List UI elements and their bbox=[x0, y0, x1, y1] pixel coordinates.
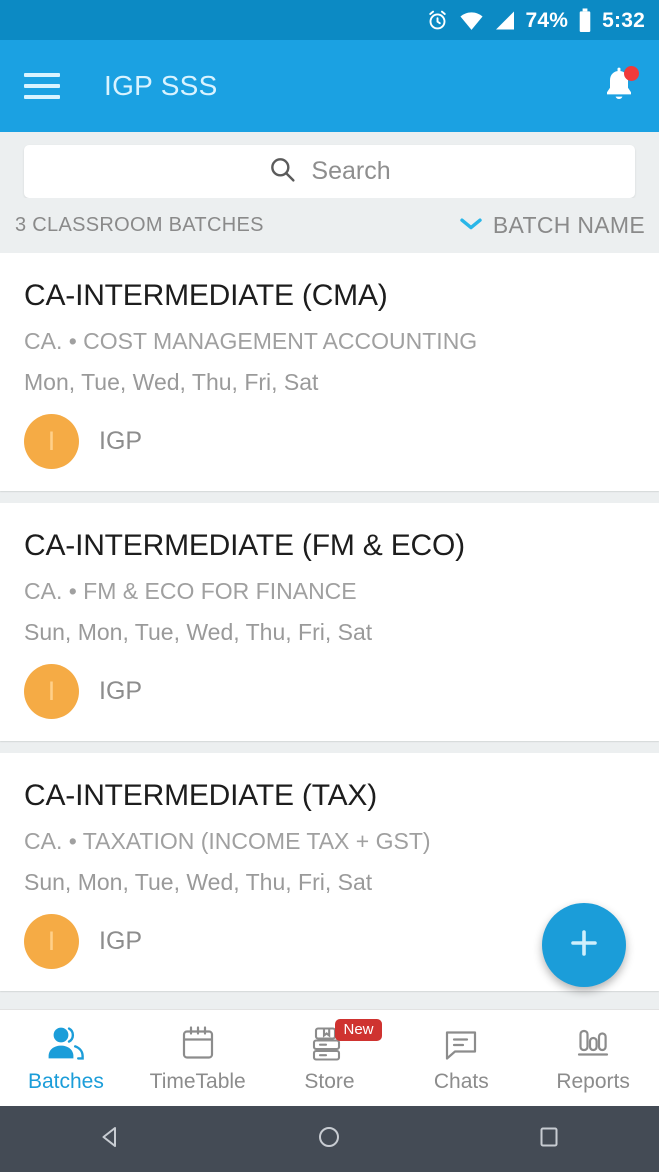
clock-time-label: 5:32 bbox=[602, 8, 645, 32]
nav-label-batches: Batches bbox=[27, 1069, 104, 1093]
search-icon bbox=[268, 155, 297, 189]
batch-title: CA-INTERMEDIATE (TAX) bbox=[24, 779, 378, 812]
batch-subtitle: CA. • TAXATION (INCOME TAX + GST) bbox=[24, 828, 431, 854]
bottom-navigation: Batches TimeTable New Store Chats Report… bbox=[0, 1009, 659, 1106]
sort-by-label: BATCH NAME bbox=[492, 212, 645, 238]
batch-owner-name: IGP bbox=[99, 427, 143, 455]
app-bar: IGP SSS bbox=[0, 40, 659, 132]
search-placeholder-text: Search bbox=[311, 157, 391, 185]
batch-title: CA-INTERMEDIATE (FM & ECO) bbox=[24, 529, 465, 562]
books-icon: New bbox=[309, 1018, 382, 1065]
sort-by-button[interactable]: BATCH NAME bbox=[458, 212, 647, 239]
wifi-icon bbox=[459, 10, 484, 31]
back-triangle-icon bbox=[96, 1123, 124, 1156]
nav-label-store: Store bbox=[304, 1069, 355, 1093]
battery-percent-label: 74% bbox=[525, 8, 569, 32]
alarm-clock-icon bbox=[426, 9, 449, 32]
nav-item-reports[interactable]: Reports bbox=[527, 1023, 659, 1094]
nav-item-batches[interactable]: Batches bbox=[0, 1023, 132, 1094]
nav-label-timetable: TimeTable bbox=[149, 1069, 246, 1093]
avatar: I bbox=[24, 664, 79, 719]
home-circle-icon bbox=[315, 1123, 343, 1156]
calendar-icon bbox=[179, 1023, 217, 1065]
nav-item-timetable[interactable]: TimeTable bbox=[132, 1023, 264, 1094]
back-button[interactable] bbox=[55, 1123, 165, 1156]
notifications-button[interactable] bbox=[599, 64, 639, 108]
status-bar: 74% 5:32 bbox=[0, 0, 659, 40]
batch-owner: I IGP bbox=[24, 664, 635, 719]
batch-owner-name: IGP bbox=[99, 677, 143, 705]
list-item[interactable]: CA-INTERMEDIATE (FM & ECO) CA. • FM & EC… bbox=[0, 503, 659, 741]
people-icon bbox=[44, 1023, 88, 1065]
chevron-down-icon bbox=[458, 215, 484, 237]
nav-item-store[interactable]: New Store bbox=[264, 1018, 396, 1094]
batch-count-label: 3 CLASSROOM BATCHES bbox=[15, 214, 264, 236]
batch-days: Mon, Tue, Wed, Thu, Fri, Sat bbox=[24, 369, 319, 395]
chat-bubble-icon bbox=[441, 1023, 481, 1065]
list-header: 3 CLASSROOM BATCHES BATCH NAME bbox=[0, 198, 659, 253]
home-button[interactable] bbox=[274, 1123, 384, 1156]
hamburger-menu-icon[interactable] bbox=[24, 73, 60, 99]
batch-subtitle: CA. • COST MANAGEMENT ACCOUNTING bbox=[24, 328, 478, 354]
app-screen: 74% 5:32 IGP SSS Search 3 CLASSROOM BATC… bbox=[0, 0, 659, 1172]
batch-subtitle: CA. • FM & ECO FOR FINANCE bbox=[24, 578, 357, 604]
store-new-badge: New bbox=[335, 1018, 382, 1041]
nav-label-reports: Reports bbox=[556, 1069, 630, 1093]
batch-list[interactable]: CA-INTERMEDIATE (CMA) CA. • COST MANAGEM… bbox=[0, 253, 659, 1009]
cellular-signal-icon bbox=[494, 10, 516, 31]
list-item[interactable]: CA-INTERMEDIATE (CMA) CA. • COST MANAGEM… bbox=[0, 253, 659, 491]
add-batch-button[interactable] bbox=[542, 903, 626, 987]
search-input[interactable]: Search bbox=[24, 145, 635, 198]
batch-days: Sun, Mon, Tue, Wed, Thu, Fri, Sat bbox=[24, 869, 373, 895]
batch-owner-name: IGP bbox=[99, 927, 143, 955]
search-area: Search bbox=[0, 132, 659, 198]
bell-icon bbox=[599, 67, 639, 112]
recents-button[interactable] bbox=[494, 1124, 604, 1155]
bar-chart-icon bbox=[573, 1023, 613, 1065]
batch-owner: I IGP bbox=[24, 414, 635, 469]
nav-label-chats: Chats bbox=[433, 1069, 489, 1093]
batch-title: CA-INTERMEDIATE (CMA) bbox=[24, 279, 388, 312]
android-system-navigation bbox=[0, 1106, 659, 1172]
plus-icon bbox=[564, 923, 604, 968]
battery-icon bbox=[578, 7, 592, 33]
notification-badge-dot bbox=[624, 66, 639, 81]
page-title: IGP SSS bbox=[104, 70, 218, 101]
batch-days: Sun, Mon, Tue, Wed, Thu, Fri, Sat bbox=[24, 619, 373, 645]
avatar: I bbox=[24, 414, 79, 469]
nav-item-chats[interactable]: Chats bbox=[395, 1023, 527, 1094]
recents-square-icon bbox=[536, 1124, 562, 1155]
avatar: I bbox=[24, 914, 79, 969]
